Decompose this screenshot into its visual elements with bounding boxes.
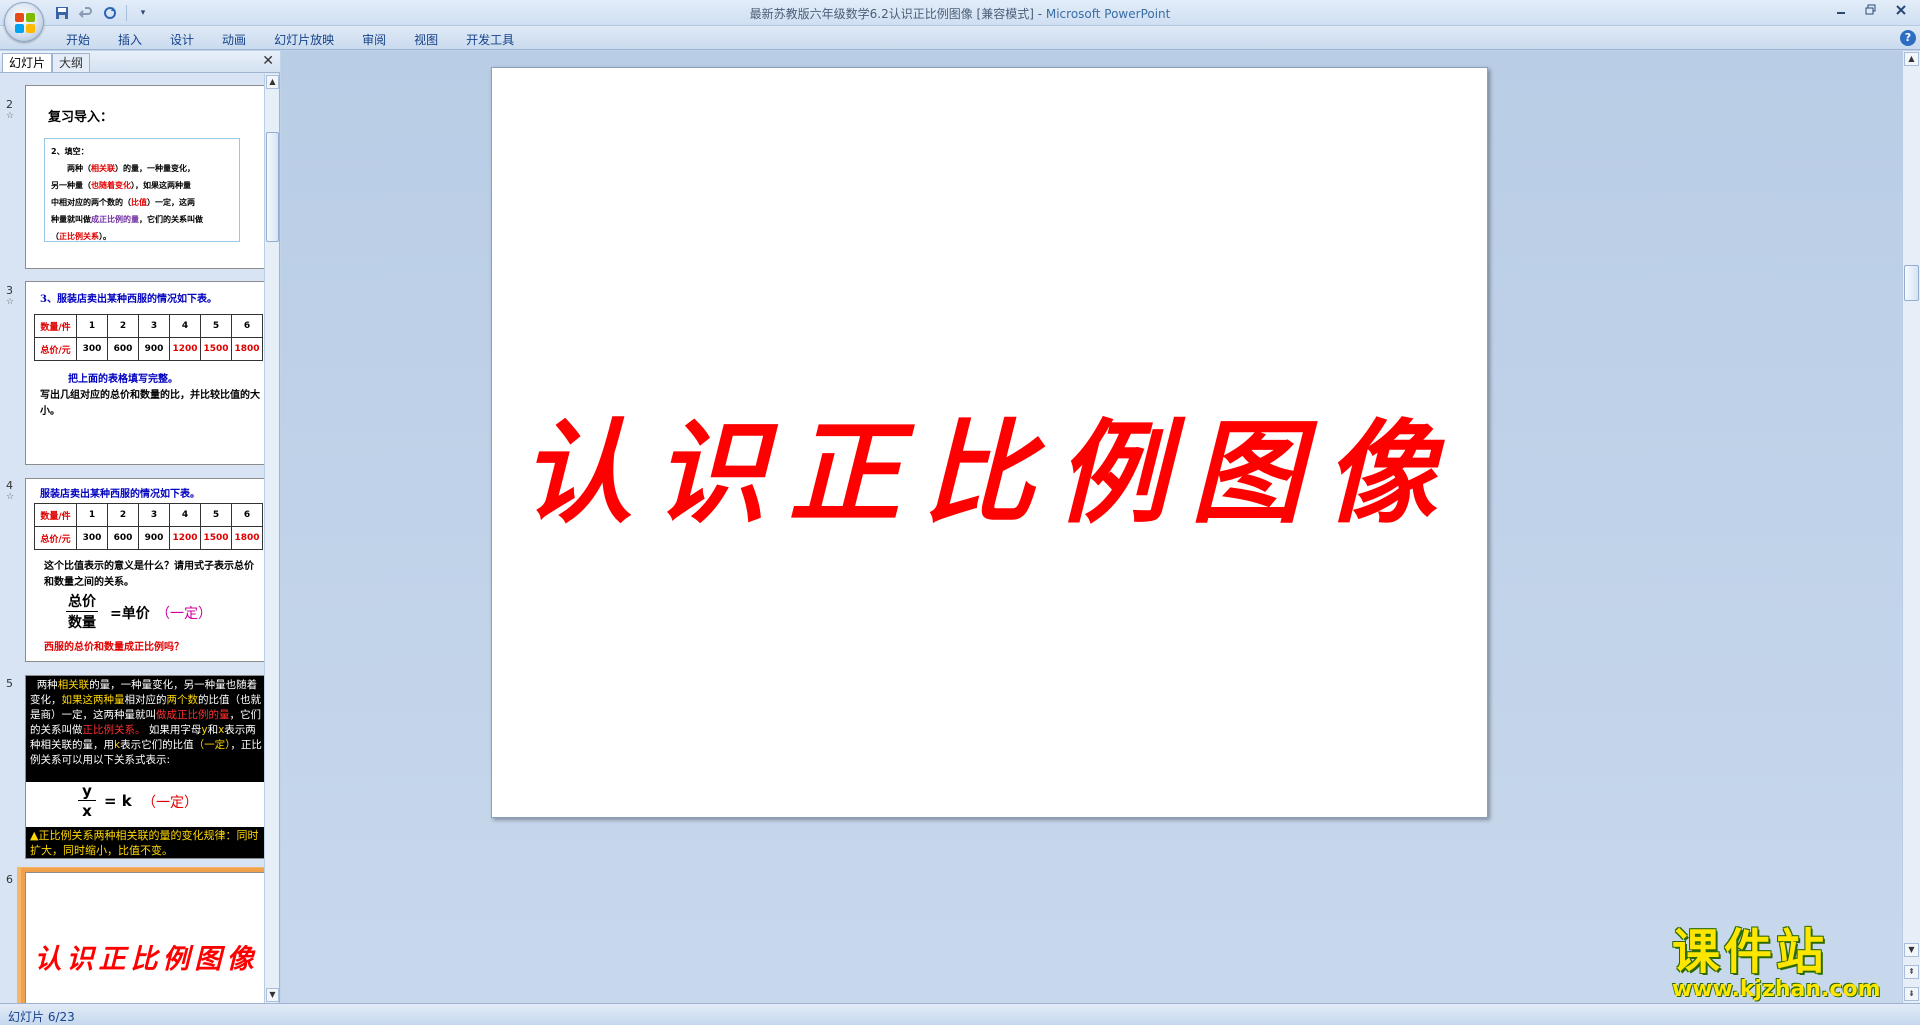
slide-2-fill-box: 2、填空： 两种（相关联）的量，一种量变化， 另一种量（也随着变化），如果这两种… bbox=[44, 138, 240, 242]
ribbon: 开始 插入 设计 动画 幻灯片放映 审阅 视图 开发工具 ? bbox=[0, 26, 1920, 50]
tab-slide-show[interactable]: 幻灯片放映 bbox=[260, 29, 348, 50]
tab-home[interactable]: 开始 bbox=[52, 29, 104, 50]
main-scrollbar[interactable]: ▲ ▼ ⇞ ⇟ bbox=[1902, 51, 1920, 1003]
fill-line: 中相对应的两个数的（比值）一定，这两 bbox=[51, 198, 195, 207]
next-slide-icon[interactable]: ⇟ bbox=[1904, 987, 1919, 1001]
restore-icon[interactable] bbox=[1856, 0, 1886, 20]
scroll-thumb[interactable] bbox=[1904, 265, 1919, 301]
scroll-down-icon[interactable]: ▼ bbox=[266, 988, 279, 1002]
slide-thumbnail-4[interactable]: 服装店卖出某种西服的情况如下表。 数量/件 1 2 3 4 5 6 总价/元 300 600 90… bbox=[25, 478, 264, 662]
slide-4-fraction: 总价 数量 bbox=[66, 591, 98, 632]
minimize-icon[interactable] bbox=[1826, 0, 1856, 20]
office-logo-icon bbox=[15, 13, 35, 33]
current-slide[interactable]: 认识正比例图像 bbox=[491, 67, 1488, 818]
slide-3-heading: 3、服装店卖出某种西服的情况如下表。 bbox=[40, 294, 217, 305]
slide-edit-area: 认识正比例图像 bbox=[281, 51, 1902, 1003]
watermark-logo: 课件站 www.kjzhan.com bbox=[1672, 925, 1902, 1005]
slide-thumbnail-6[interactable]: 认识正比例图像 bbox=[25, 872, 264, 1003]
watermark-text: 课件站 bbox=[1672, 924, 1829, 980]
office-button[interactable] bbox=[4, 2, 44, 42]
ribbon-tabs: 开始 插入 设计 动画 幻灯片放映 审阅 视图 开发工具 bbox=[52, 29, 528, 50]
pane-close-icon[interactable]: ✕ bbox=[262, 53, 274, 69]
transition-star-icon: ☆ bbox=[6, 297, 15, 307]
help-icon[interactable]: ? bbox=[1900, 30, 1916, 46]
previous-slide-icon[interactable]: ⇞ bbox=[1904, 965, 1919, 979]
transition-star-icon: ☆ bbox=[6, 492, 15, 502]
slide-4-constant: （一定） bbox=[156, 606, 212, 622]
tab-view[interactable]: 视图 bbox=[400, 29, 452, 50]
slide-thumbnail-3[interactable]: 3、服装店卖出某种西服的情况如下表。 数量/件 1 2 3 4 5 6 总价/元 300 600… bbox=[25, 281, 264, 465]
slide-4-question: 西服的总价和数量成正比例吗？ bbox=[44, 642, 184, 653]
slide-4-line1: 这个比值表示的意义是什么？请用式子表示总价和数量之间的关系。 bbox=[44, 561, 254, 588]
tab-animations[interactable]: 动画 bbox=[208, 29, 260, 50]
window-controls bbox=[1826, 0, 1916, 20]
slide-5-formula: y x = k （一定） bbox=[74, 782, 224, 828]
status-bar: 幻灯片 6/23 bbox=[0, 1003, 1920, 1025]
slide-5-definition: 两种相关联的量，一种量变化，另一种量也随着变化，如果这两种量相对应的两个数的比值… bbox=[26, 676, 264, 782]
slide-number: 5 bbox=[6, 677, 13, 690]
fill-line: 两种（相关联）的量，一种量变化， bbox=[67, 164, 195, 173]
scroll-thumb[interactable] bbox=[266, 132, 279, 242]
window-title: 最新苏教版六年级数学6.2认识正比例图像 [兼容模式] - Microsoft … bbox=[749, 7, 1171, 21]
thumbnails-scrollbar[interactable]: ▲ ▼ bbox=[264, 74, 279, 1003]
tab-design[interactable]: 设计 bbox=[156, 29, 208, 50]
tab-slides[interactable]: 幻灯片 bbox=[2, 53, 53, 72]
slide-2-title: 复习导入： bbox=[48, 110, 114, 125]
scroll-up-icon[interactable]: ▲ bbox=[266, 75, 279, 89]
slide-6-thumb-title: 认识正比例图像 bbox=[34, 944, 259, 975]
slide-counter: 幻灯片 6/23 bbox=[8, 1010, 75, 1024]
slide-3-line2: 写出几组对应的总价和数量的比，并比较比值的大小。 bbox=[40, 390, 260, 417]
watermark-url: www.kjzhan.com bbox=[1672, 977, 1881, 1002]
close-icon[interactable] bbox=[1886, 0, 1916, 20]
tab-developer[interactable]: 开发工具 bbox=[452, 29, 528, 50]
scroll-up-icon[interactable]: ▲ bbox=[1904, 52, 1919, 66]
scroll-down-icon[interactable]: ▼ bbox=[1904, 943, 1919, 957]
title-bar: ▾ 最新苏教版六年级数学6.2认识正比例图像 [兼容模式] - Microsof… bbox=[0, 0, 1920, 42]
slide-thumbnails: 2 ☆ 复习导入： 2、填空： 两种（相关联）的量，一种量变化， 另一种量（也随… bbox=[0, 74, 264, 1003]
fill-line: （正比例关系）。 bbox=[51, 232, 111, 241]
slide-number: 4 bbox=[6, 479, 13, 492]
fill-line: 种量就叫做成正比例的量，它们的关系叫做 bbox=[51, 215, 203, 224]
slide-number: 6 bbox=[6, 873, 13, 886]
slide-thumbnail-5[interactable]: 两种相关联的量，一种量变化，另一种量也随着变化，如果这两种量相对应的两个数的比值… bbox=[25, 675, 264, 859]
slide-4-table: 数量/件 1 2 3 4 5 6 总价/元 300 600 900 1200 1500 1800 bbox=[34, 503, 263, 550]
slides-pane: 幻灯片 大纲 ✕ 2 ☆ 复习导入： 2、填空： 两种（相关联）的量，一种量变化… bbox=[0, 51, 280, 1003]
tab-outline[interactable]: 大纲 bbox=[52, 53, 91, 72]
tab-review[interactable]: 审阅 bbox=[348, 29, 400, 50]
pane-tabs: 幻灯片 大纲 ✕ bbox=[0, 51, 280, 73]
transition-star-icon: ☆ bbox=[6, 111, 15, 121]
slide-title[interactable]: 认识正比例图像 bbox=[492, 383, 1487, 545]
slide-4-equals: =单价 bbox=[110, 606, 150, 622]
slide-3-line1: 把上面的表格填写完整。 bbox=[68, 374, 178, 385]
slide-number: 2 bbox=[6, 98, 13, 111]
slide-thumbnail-2[interactable]: 复习导入： 2、填空： 两种（相关联）的量，一种量变化， 另一种量（也随着变化）… bbox=[25, 85, 264, 269]
tab-insert[interactable]: 插入 bbox=[104, 29, 156, 50]
slide-3-table: 数量/件 1 2 3 4 5 6 总价/元 300 600 900 1200 1500 1800 bbox=[34, 314, 263, 361]
fill-line: 2、填空： bbox=[51, 147, 89, 156]
slide-4-heading: 服装店卖出某种西服的情况如下表。 bbox=[40, 489, 200, 500]
fill-line: 另一种量（也随着变化），如果这两种量 bbox=[51, 181, 191, 190]
slide-5-note: ▲正比例关系两种相关联的量的变化规律：同时扩大，同时缩小，比值不变。 bbox=[26, 827, 264, 858]
slide-number: 3 bbox=[6, 284, 13, 297]
